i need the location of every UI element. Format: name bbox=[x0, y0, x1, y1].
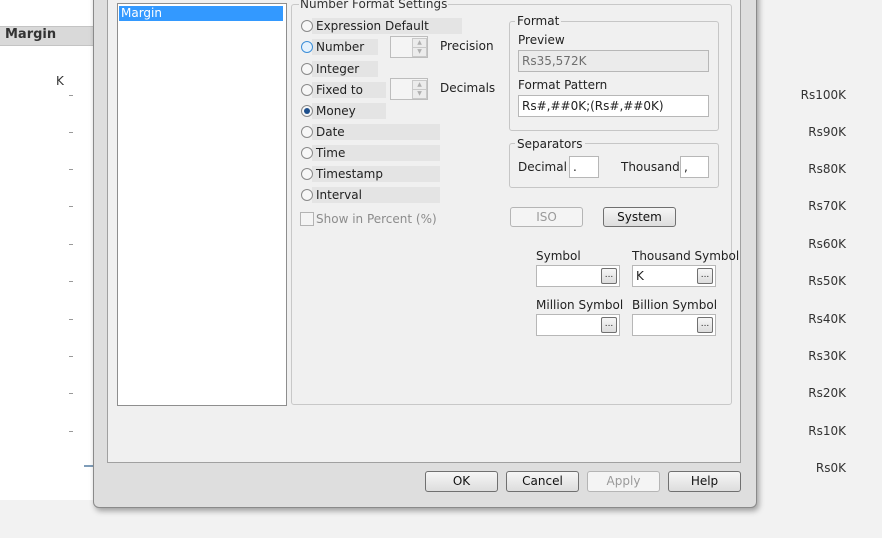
radio-label: Timestamp bbox=[316, 167, 383, 181]
spinner-buttons: ▲ ▼ bbox=[412, 38, 427, 57]
radio-button[interactable] bbox=[301, 84, 313, 96]
radio-button[interactable] bbox=[301, 63, 313, 75]
billion-symbol-browse-button[interactable]: ... bbox=[697, 317, 713, 333]
field-list[interactable] bbox=[117, 3, 287, 406]
y-tick-mark bbox=[69, 95, 73, 96]
decimal-separator-label: Decimal bbox=[518, 160, 567, 174]
preview-label: Preview bbox=[518, 33, 565, 47]
thousand-separator-input[interactable]: , bbox=[680, 156, 709, 178]
spin-down-icon[interactable]: ▼ bbox=[412, 89, 427, 99]
radio-button[interactable] bbox=[301, 20, 313, 32]
symbol-browse-button[interactable]: ... bbox=[601, 268, 617, 284]
field-list-item-selected[interactable]: Margin bbox=[119, 6, 283, 21]
y-tick-label: Rs30K bbox=[808, 349, 846, 363]
cancel-button[interactable]: Cancel bbox=[506, 471, 579, 492]
chart-title: Margin bbox=[5, 27, 57, 42]
y-tick-label: Rs80K bbox=[808, 162, 846, 176]
radio-label: Date bbox=[316, 125, 345, 139]
y-tick-label: Rs40K bbox=[808, 312, 846, 326]
spin-down-icon[interactable]: ▼ bbox=[412, 47, 427, 57]
radio-label: Integer bbox=[316, 62, 360, 76]
radio-label: Time bbox=[316, 146, 346, 160]
preview-field: Rs35,572K bbox=[518, 50, 709, 72]
y-tick-mark bbox=[69, 319, 73, 320]
million-symbol-browse-button[interactable]: ... bbox=[601, 317, 617, 333]
decimals-label: Decimals bbox=[440, 81, 496, 95]
ok-button[interactable]: OK bbox=[425, 471, 498, 492]
radio-label: Money bbox=[316, 104, 356, 118]
radio-button[interactable] bbox=[301, 168, 313, 180]
y-tick-label: Rs100K bbox=[800, 88, 846, 102]
apply-button[interactable]: Apply bbox=[587, 471, 660, 492]
million-symbol-label: Million Symbol bbox=[536, 298, 624, 312]
y-tick-mark bbox=[69, 132, 73, 133]
radio-button-checked[interactable] bbox=[301, 105, 313, 117]
number-format-settings-legend: Number Format Settings bbox=[299, 0, 449, 11]
format-pattern-input[interactable]: Rs#,##0K;(Rs#,##0K) bbox=[518, 95, 709, 117]
separators-legend: Separators bbox=[515, 137, 585, 151]
thousand-separator-label: Thousand bbox=[621, 160, 680, 174]
decimals-spinner[interactable]: ▲ ▼ bbox=[390, 78, 428, 100]
y-tick-mark bbox=[69, 244, 73, 245]
spinner-buttons: ▲ ▼ bbox=[412, 80, 427, 99]
show-in-percent-checkbox[interactable] bbox=[300, 212, 314, 226]
radio-button[interactable] bbox=[301, 147, 313, 159]
system-button[interactable]: System bbox=[603, 207, 676, 227]
axis-unit-label: K bbox=[56, 74, 64, 88]
y-tick-mark bbox=[69, 281, 73, 282]
y-tick-mark bbox=[69, 356, 73, 357]
radio-label: Fixed to bbox=[316, 83, 363, 97]
precision-label: Precision bbox=[440, 39, 494, 53]
y-tick-label: Rs60K bbox=[808, 237, 846, 251]
y-tick-label: Rs90K bbox=[808, 125, 846, 139]
chart-panel bbox=[0, 0, 101, 500]
y-tick-label: Rs50K bbox=[808, 274, 846, 288]
y-tick-label: Rs10K bbox=[808, 424, 846, 438]
y-tick-mark bbox=[69, 393, 73, 394]
help-button[interactable]: Help bbox=[668, 471, 741, 492]
radio-button[interactable] bbox=[301, 41, 313, 53]
iso-button[interactable]: ISO bbox=[510, 207, 583, 227]
thousand-symbol-label: Thousand Symbol bbox=[632, 249, 740, 263]
radio-button[interactable] bbox=[301, 189, 313, 201]
y-tick-mark bbox=[69, 206, 73, 207]
y-tick-mark bbox=[69, 431, 73, 432]
y-tick-mark bbox=[69, 169, 73, 170]
format-pattern-label: Format Pattern bbox=[518, 78, 608, 92]
y-tick-label: Rs70K bbox=[808, 199, 846, 213]
show-in-percent-label: Show in Percent (%) bbox=[316, 212, 437, 226]
radio-button[interactable] bbox=[301, 126, 313, 138]
billion-symbol-label: Billion Symbol bbox=[632, 298, 718, 312]
decimal-separator-input[interactable]: . bbox=[569, 156, 599, 178]
y-tick-label: Rs20K bbox=[808, 386, 846, 400]
precision-spinner[interactable]: ▲ ▼ bbox=[390, 36, 428, 58]
y-tick-label: Rs0K bbox=[815, 461, 846, 475]
radio-label: Interval bbox=[316, 188, 362, 202]
radio-label: Expression Default bbox=[316, 19, 429, 33]
format-legend: Format bbox=[515, 14, 562, 28]
thousand-symbol-browse-button[interactable]: ... bbox=[697, 268, 713, 284]
radio-label: Number bbox=[316, 40, 365, 54]
symbol-label: Symbol bbox=[536, 249, 581, 263]
